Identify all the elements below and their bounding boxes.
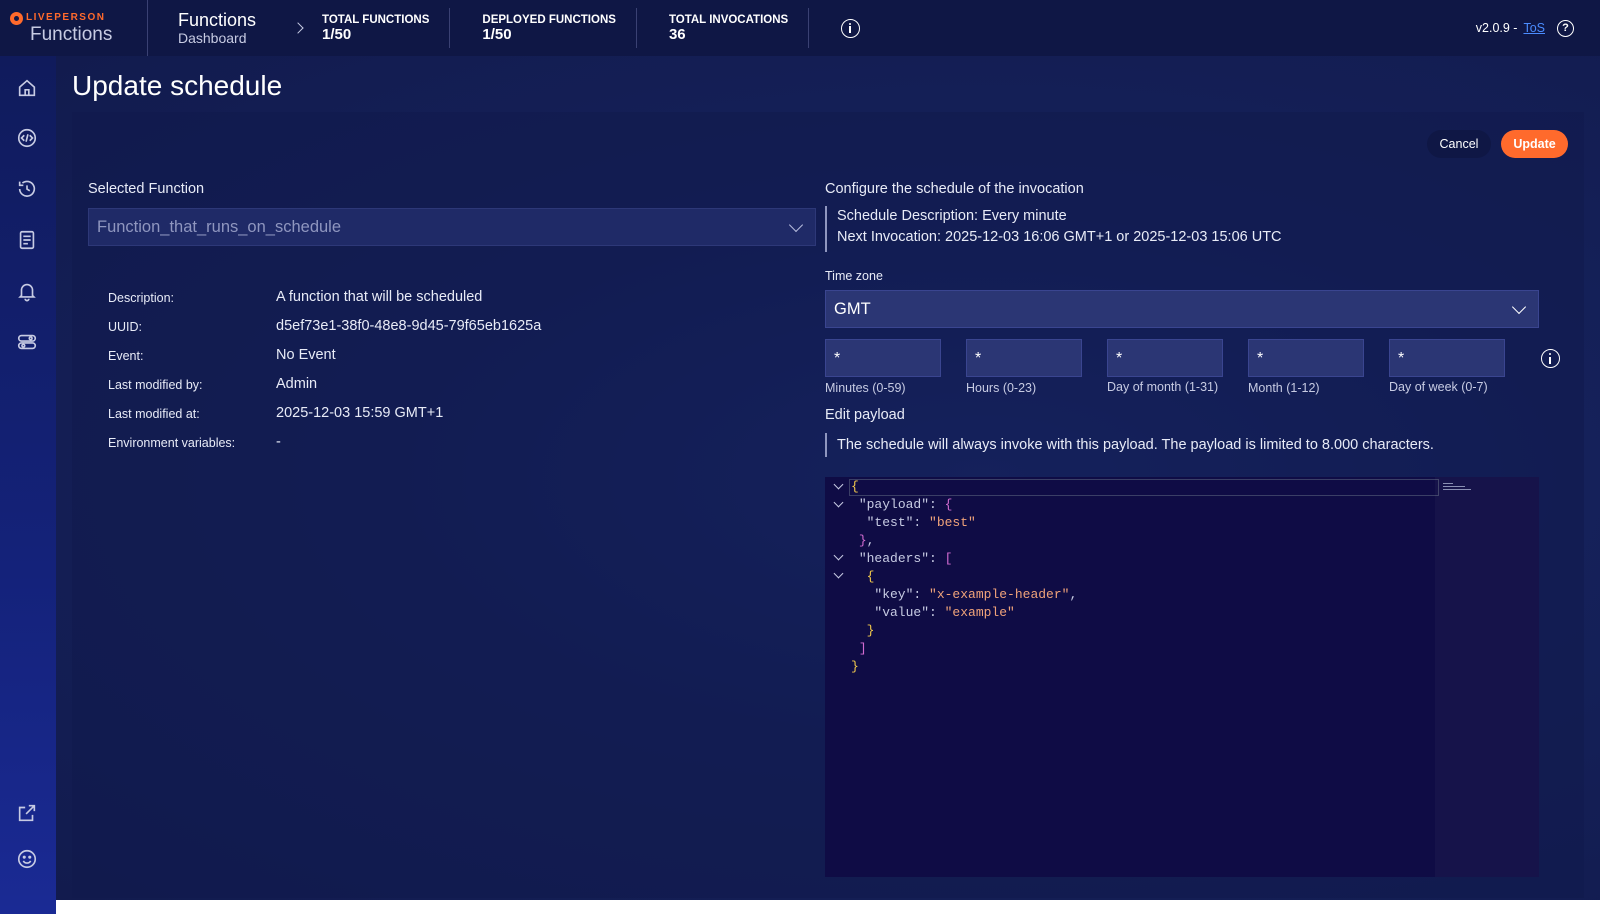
cron-hours-label: Hours (0-23) — [966, 381, 1037, 395]
version-area: v2.0.9 - ToS ? — [1476, 0, 1574, 56]
code-line: "test": "best" — [866, 515, 976, 530]
meta-value-last-modified-by: Admin — [276, 376, 318, 392]
bell-alerts-icon[interactable] — [16, 280, 38, 302]
fold-chevron-icon[interactable] — [833, 568, 844, 579]
code-line: "value": "example" — [874, 605, 1015, 620]
stat-label: TOTAL FUNCTIONS — [322, 13, 430, 26]
page-title: Update schedule — [72, 70, 283, 101]
editor-current-line — [849, 479, 1439, 496]
schedule-form-panel: Cancel Update Selected Function Function… — [72, 112, 1584, 898]
stat-value: 36 — [668, 25, 686, 43]
version-text: v2.0.9 - — [1475, 21, 1518, 35]
cron-day-of-month-label: Day of month (1-31) — [1107, 380, 1219, 394]
breadcrumb[interactable]: Functions Dashboard — [148, 0, 256, 56]
selected-function-value: Function_that_runs_on_schedule — [97, 217, 342, 236]
help-icon[interactable]: ? — [1557, 19, 1574, 37]
cron-month-input[interactable]: * — [1248, 339, 1364, 377]
top-bar: LIVEPERSON Functions Functions Dashboard… — [0, 0, 1600, 56]
meta-key-event: Event: — [108, 349, 144, 363]
home-icon[interactable] — [16, 77, 38, 99]
meta-key-last-modified-at: Last modified at: — [108, 407, 200, 421]
timezone-select[interactable]: GMT — [825, 290, 1539, 328]
stat-deployed-functions: DEPLOYED FUNCTIONS 1/50 — [482, 8, 637, 48]
code-line: { — [866, 569, 875, 584]
main-content: Update schedule Cancel Update Selected F… — [56, 56, 1600, 900]
cron-hours-input[interactable]: * — [966, 339, 1082, 377]
chevron-down-icon — [788, 217, 804, 233]
cron-day-of-month-input[interactable]: * — [1107, 339, 1223, 377]
cancel-button[interactable]: Cancel — [1427, 130, 1491, 158]
cron-minutes-input[interactable]: * — [825, 339, 941, 377]
user-avatar-icon[interactable] — [16, 848, 38, 870]
next-invocation-text: Next Invocation: 2025-12-03 16:06 GMT+1 … — [837, 229, 1282, 245]
meta-value-event: No Event — [276, 347, 336, 363]
info-icon[interactable] — [841, 18, 861, 38]
payload-code-editor[interactable]: { "payload": { "test": "best" }, "header… — [825, 477, 1539, 877]
brand-word: LIVEPERSON — [26, 12, 106, 23]
liveperson-logo-icon — [10, 11, 23, 25]
external-link-icon[interactable] — [16, 802, 38, 824]
selected-function-select: Function_that_runs_on_schedule — [88, 208, 816, 246]
meta-key-uuid: UUID: — [108, 320, 143, 334]
breadcrumb-subtitle: Dashboard — [178, 30, 247, 46]
tos-link[interactable]: ToS — [1523, 21, 1545, 35]
cron-day-of-week-input[interactable]: * — [1389, 339, 1505, 377]
meta-value-description: A function that will be scheduled — [276, 289, 483, 305]
edit-payload-heading: Edit payload — [825, 407, 905, 423]
breadcrumb-title: Functions — [178, 10, 257, 30]
sidebar — [0, 56, 56, 914]
cron-month-label: Month (1-12) — [1248, 381, 1320, 395]
stat-value: 1/50 — [482, 25, 512, 43]
stat-total-functions: TOTAL FUNCTIONS 1/50 — [322, 8, 451, 48]
schedule-heading: Configure the schedule of the invocation — [825, 181, 1084, 197]
fold-chevron-icon[interactable] — [833, 479, 844, 490]
timezone-label: Time zone — [825, 269, 883, 283]
update-button[interactable]: Update — [1501, 130, 1568, 158]
editor-scrollbar[interactable] — [1435, 477, 1539, 877]
payload-note: The schedule will always invoke with thi… — [825, 433, 1525, 457]
brand-wordmark: LIVEPERSON — [10, 11, 147, 25]
code-line: { — [851, 479, 859, 494]
brand-logo[interactable]: LIVEPERSON Functions — [0, 0, 148, 56]
fold-chevron-icon[interactable] — [833, 550, 844, 561]
meta-value-last-modified-at: 2025-12-03 15:59 GMT+1 — [276, 405, 444, 421]
timezone-value: GMT — [834, 299, 871, 318]
chevron-right-icon — [292, 22, 304, 34]
meta-key-environment-variables: Environment variables: — [108, 436, 236, 450]
code-line: "headers": [ — [858, 551, 953, 566]
selected-function-label: Selected Function — [88, 181, 205, 197]
meta-value-uuid: d5ef73e1-38f0-48e8-9d45-79f65eb1625a — [276, 318, 542, 334]
code-line: "key": "x-example-header", — [874, 587, 1078, 602]
meta-key-last-modified-by: Last modified by: — [108, 378, 203, 392]
schedule-description-text: Schedule Description: Every minute — [837, 208, 1067, 224]
fold-chevron-icon[interactable] — [833, 497, 844, 508]
code-line: } — [851, 659, 859, 674]
code-line: }, — [858, 533, 875, 548]
cron-minutes-label: Minutes (0-59) — [825, 381, 906, 395]
meta-value-environment-variables: - — [276, 434, 281, 450]
brand-name: Functions — [30, 23, 113, 45]
meta-key-description: Description: — [108, 291, 174, 305]
cron-day-of-week-label: Day of week (0-7) — [1389, 380, 1488, 394]
schedule-description-box: Schedule Description: Every minute Next … — [825, 206, 1525, 252]
stat-label: DEPLOYED FUNCTIONS — [482, 13, 616, 26]
editor-minimap[interactable] — [1443, 483, 1473, 497]
settings-toggles-icon[interactable] — [16, 331, 38, 353]
logs-document-icon[interactable] — [16, 229, 38, 251]
code-line: ] — [858, 641, 867, 656]
schedule-history-icon[interactable] — [16, 178, 38, 200]
code-line: "payload": { — [858, 497, 953, 512]
code-line: } — [866, 623, 875, 638]
stat-total-invocations: TOTAL INVOCATIONS 36 — [668, 8, 810, 48]
stat-label: TOTAL INVOCATIONS — [668, 13, 789, 26]
cron-info-icon[interactable] — [1541, 349, 1560, 368]
chevron-down-icon — [1511, 299, 1527, 315]
code-functions-icon[interactable] — [16, 127, 38, 149]
stat-value: 1/50 — [322, 25, 352, 43]
